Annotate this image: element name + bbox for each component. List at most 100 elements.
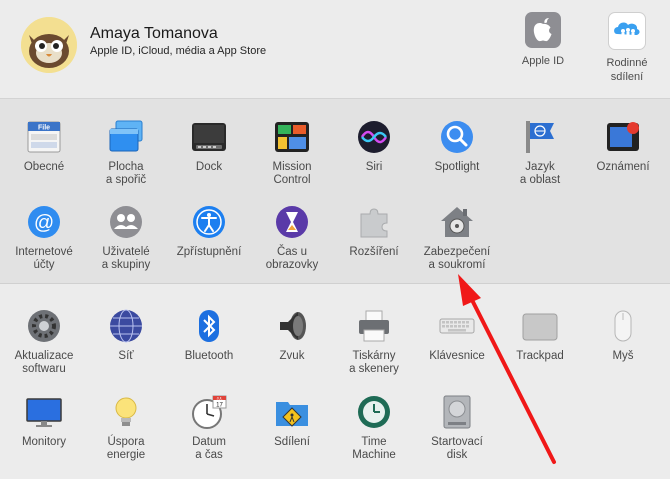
spotlight-icon <box>439 119 475 155</box>
pane-label: Klávesnice <box>429 350 485 362</box>
pane-label: Čas u obrazovky <box>265 246 319 271</box>
energy-saver-icon <box>108 394 144 430</box>
pane-startup-disk[interactable]: Startovací disk <box>417 394 497 462</box>
internet-accounts-icon: @ <box>26 204 62 240</box>
keyboard-icon <box>439 308 475 344</box>
pane-dock[interactable]: Dock <box>169 119 249 174</box>
pane-label: Mission Control <box>272 161 312 186</box>
date-time-icon: JUL 17 <box>191 394 227 430</box>
pane-label: Datum a čas <box>192 436 226 461</box>
printers-scanners-icon <box>356 308 392 344</box>
pane-label: Oznámení <box>596 161 650 173</box>
header: Amaya Tomanova Apple ID, iCloud, média a… <box>0 0 670 99</box>
user-subtitle[interactable]: Apple ID, iCloud, média a App Store <box>90 45 266 57</box>
sound-icon <box>274 308 310 344</box>
trackpad-icon <box>522 308 558 344</box>
pane-label: Aktualizace softwaru <box>14 350 74 375</box>
pane-label: Rozšíření <box>349 246 399 258</box>
pane-label: Trackpad <box>516 350 564 362</box>
pane-trackpad[interactable]: Trackpad <box>500 308 580 363</box>
user-avatar[interactable] <box>21 17 77 73</box>
general-icon: File <box>26 119 62 155</box>
pane-label: Bluetooth <box>184 350 234 362</box>
pane-spotlight[interactable]: Spotlight <box>417 119 497 174</box>
pane-desktop-screensaver[interactable]: Plocha a spořič <box>86 119 166 187</box>
pane-label: Sdílení <box>274 436 310 448</box>
pane-network[interactable]: Síť <box>86 308 166 363</box>
pane-general[interactable]: File Obecné <box>4 119 84 174</box>
pane-screen-time[interactable]: Čas u obrazovky <box>252 204 332 272</box>
pane-users-groups[interactable]: Uživatelé a skupiny <box>86 204 166 272</box>
language-region-icon <box>522 119 558 155</box>
calendar-month: JUL <box>217 397 223 401</box>
displays-icon <box>26 394 62 430</box>
user-name[interactable]: Amaya Tomanova <box>90 25 218 43</box>
network-icon <box>108 308 144 344</box>
pane-mission-control[interactable]: Mission Control <box>252 119 332 187</box>
apple-id-pane[interactable]: Apple ID <box>505 12 581 68</box>
pane-notifications[interactable]: Oznámení <box>583 119 663 174</box>
family-sharing-label: Rodinné sdílení <box>606 57 648 83</box>
pane-label: Tiskárny a skenery <box>349 350 399 375</box>
accessibility-icon <box>191 204 227 240</box>
extensions-icon <box>356 204 392 240</box>
sharing-icon <box>274 394 310 430</box>
software-update-icon <box>26 308 62 344</box>
apple-id-icon <box>525 12 561 48</box>
startup-disk-icon <box>439 394 475 430</box>
pane-label: Startovací disk <box>431 436 483 461</box>
pane-bluetooth[interactable]: Bluetooth <box>169 308 249 363</box>
pane-label: Monitory <box>21 436 67 448</box>
section-hardware: Aktualizace softwaru Síť Bluetooth Zvuk … <box>0 284 670 479</box>
pane-printers-scanners[interactable]: Tiskárny a skenery <box>334 308 414 376</box>
pane-accessibility[interactable]: Zpřístupnění <box>169 204 249 259</box>
pane-label: Spotlight <box>434 161 480 173</box>
pane-language-region[interactable]: Jazyk a oblast <box>500 119 580 187</box>
dock-icon <box>191 119 227 155</box>
pane-label: Zpřístupnění <box>176 246 242 258</box>
time-machine-icon <box>356 394 392 430</box>
pane-label: Zabezpečení a soukromí <box>423 246 491 271</box>
pane-label: Internetové účty <box>15 246 73 271</box>
notifications-icon <box>605 119 641 155</box>
pane-keyboard[interactable]: Klávesnice <box>417 308 497 363</box>
pane-label: Dock <box>195 161 223 173</box>
mouse-icon <box>605 308 641 344</box>
pane-label: Síť <box>118 350 134 362</box>
calendar-day: 17 <box>216 403 223 409</box>
svg-text:File: File <box>38 125 50 132</box>
siri-icon <box>356 119 392 155</box>
pane-label: Jazyk a oblast <box>519 161 561 186</box>
pane-label: Úspora energie <box>106 436 146 461</box>
pane-date-time[interactable]: JUL 17 Datum a čas <box>169 394 249 462</box>
pane-label: Plocha a spořič <box>105 161 147 186</box>
pane-label: Siri <box>365 161 383 173</box>
mission-control-icon <box>274 119 310 155</box>
screen-time-icon <box>274 204 310 240</box>
pane-software-update[interactable]: Aktualizace softwaru <box>4 308 84 376</box>
security-privacy-icon <box>439 204 475 240</box>
pane-label: Obecné <box>23 161 65 173</box>
pane-internet-accounts[interactable]: @ Internetové účty <box>4 204 84 272</box>
pane-energy-saver[interactable]: Úspora energie <box>86 394 166 462</box>
pane-mouse[interactable]: Myš <box>583 308 663 363</box>
pane-displays[interactable]: Monitory <box>4 394 84 449</box>
pane-label: Zvuk <box>279 350 305 362</box>
pane-sound[interactable]: Zvuk <box>252 308 332 363</box>
family-sharing-pane[interactable]: Rodinné sdílení <box>589 12 665 84</box>
desktop-screensaver-icon <box>108 119 144 155</box>
users-groups-icon <box>108 204 144 240</box>
pane-label: Myš <box>612 350 634 362</box>
pane-extensions[interactable]: Rozšíření <box>334 204 414 259</box>
bluetooth-icon <box>191 308 227 344</box>
pane-time-machine[interactable]: Time Machine <box>334 394 414 462</box>
svg-text:@: @ <box>34 212 54 234</box>
pane-siri[interactable]: Siri <box>334 119 414 174</box>
section-personal: File Obecné Plocha a spořič Dock Mission… <box>0 99 670 284</box>
apple-id-label: Apple ID <box>521 55 565 67</box>
pane-label: Time Machine <box>352 436 396 461</box>
pane-label: Uživatelé a skupiny <box>101 246 151 271</box>
family-sharing-icon <box>608 12 646 50</box>
pane-sharing[interactable]: Sdílení <box>252 394 332 449</box>
pane-security-privacy[interactable]: Zabezpečení a soukromí <box>417 204 497 272</box>
